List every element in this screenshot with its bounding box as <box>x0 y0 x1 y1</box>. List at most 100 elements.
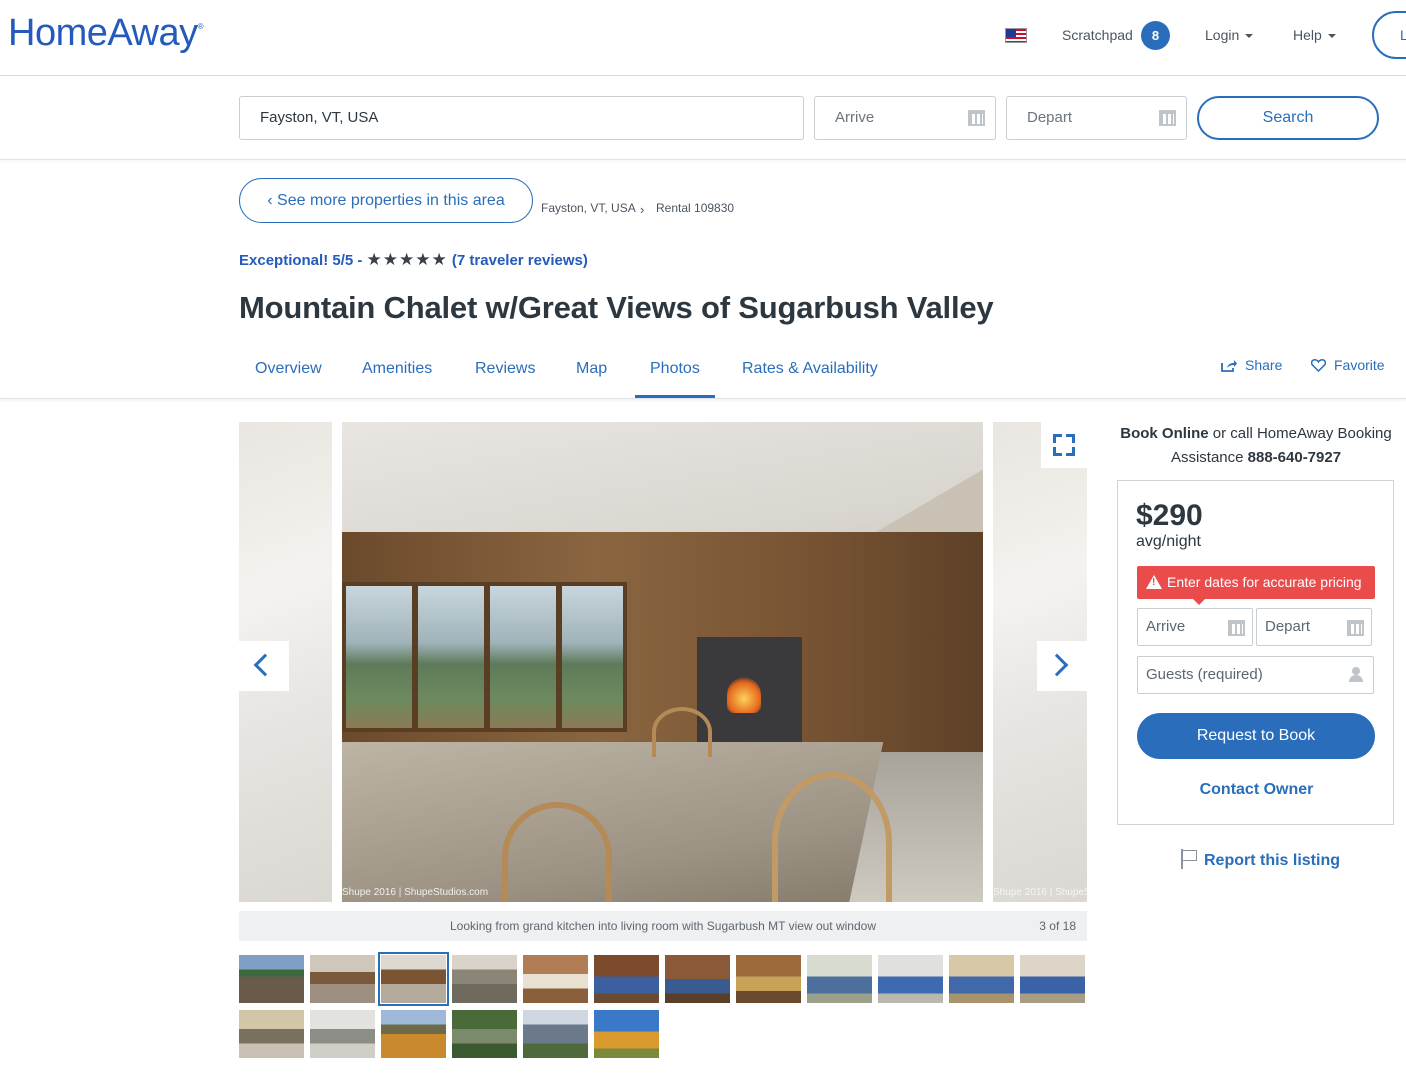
rating-label: Exceptional! 5/5 - <box>239 252 363 269</box>
login-label: Login <box>1205 27 1240 43</box>
rating-summary: Exceptional! 5/5 - ★★★★★ (7 traveler rev… <box>239 250 588 270</box>
see-more-label: See more properties in this area <box>277 192 505 209</box>
calendar-icon <box>1159 110 1176 126</box>
thumbnail-14[interactable] <box>310 1010 375 1058</box>
top-navigation: HomeAway® Scratchpad 8 Login Help L <box>0 0 1406 76</box>
chevron-down-icon <box>1327 34 1336 39</box>
us-flag-icon[interactable] <box>1005 28 1027 43</box>
thumbnail-7[interactable] <box>665 955 730 1003</box>
search-bar: Fayston, VT, USA Arrive Depart Search <box>0 76 1406 160</box>
booking-assistance-info: Book Online or call HomeAway Booking Ass… <box>1115 422 1397 470</box>
expand-icon <box>1066 434 1075 443</box>
book-online-label: Book Online <box>1120 425 1209 442</box>
person-icon <box>1349 667 1363 682</box>
share-label: Share <box>1245 357 1283 373</box>
thumbnail-5[interactable] <box>523 955 588 1003</box>
chevron-right-icon <box>1045 653 1069 677</box>
arrive-placeholder: Arrive <box>835 109 875 126</box>
share-icon <box>1221 360 1237 372</box>
logo-registered-mark: ® <box>197 22 204 31</box>
request-to-book-button[interactable]: Request to Book <box>1137 713 1375 759</box>
breadcrumb-location[interactable]: Fayston, VT, USA <box>541 201 636 215</box>
booking-depart-placeholder: Depart <box>1265 618 1311 635</box>
star-rating-icon: ★★★★★ <box>366 250 448 269</box>
logo-text: HomeAway <box>8 12 198 54</box>
expand-icon <box>1053 434 1062 443</box>
previous-photo-button[interactable] <box>239 641 289 691</box>
listing-title: Mountain Chalet w/Great Views of Sugarbu… <box>239 290 994 325</box>
thumbnail-11[interactable] <box>949 955 1014 1003</box>
contact-owner-link[interactable]: Contact Owner <box>1118 781 1395 799</box>
thumbnail-17[interactable] <box>523 1010 588 1058</box>
scratchpad-link[interactable]: Scratchpad <box>1062 27 1133 43</box>
expand-icon <box>1053 447 1062 456</box>
chevron-left-icon <box>253 653 277 677</box>
thumbnail-6[interactable] <box>594 955 659 1003</box>
flag-icon <box>1180 849 1198 869</box>
location-input[interactable]: Fayston, VT, USA <box>239 96 804 140</box>
chevron-left-icon: ‹ <box>267 192 278 209</box>
thumbnail-12[interactable] <box>1020 955 1085 1003</box>
next-photo-button[interactable] <box>1037 641 1087 691</box>
arrive-date-input[interactable]: Arrive <box>814 96 996 140</box>
thumbnail-3[interactable] <box>378 952 449 1006</box>
nightly-price: $290 <box>1136 499 1203 532</box>
photo-counter: 3 of 18 <box>1039 919 1076 933</box>
guests-input[interactable]: Guests (required) <box>1137 656 1374 694</box>
list-your-property-button[interactable]: L <box>1372 11 1406 59</box>
tab-map[interactable]: Map <box>576 360 607 378</box>
thumbnail-8[interactable] <box>736 955 801 1003</box>
calendar-icon <box>968 110 985 126</box>
share-button[interactable]: Share <box>1221 357 1282 373</box>
login-menu[interactable]: Login <box>1205 27 1254 43</box>
tab-reviews[interactable]: Reviews <box>475 360 535 378</box>
warning-icon <box>1146 575 1162 589</box>
tab-amenities[interactable]: Amenities <box>362 360 432 378</box>
thumbnail-1[interactable] <box>239 955 304 1003</box>
depart-date-input[interactable]: Depart <box>1006 96 1187 140</box>
pricing-warning-text: Enter dates for accurate pricing <box>1167 574 1362 590</box>
booking-phone[interactable]: 888-640-7927 <box>1248 449 1341 466</box>
tab-overview[interactable]: Overview <box>255 360 322 378</box>
booking-arrive-input[interactable]: Arrive <box>1137 608 1253 646</box>
thumbnail-16[interactable] <box>452 1010 517 1058</box>
favorite-label: Favorite <box>1334 357 1385 373</box>
see-more-properties-button[interactable]: ‹ See more properties in this area <box>239 178 533 223</box>
expand-icon <box>1066 447 1075 456</box>
thumbnail-18[interactable] <box>594 1010 659 1058</box>
favorite-button[interactable]: Favorite <box>1310 357 1385 373</box>
report-listing-label: Report this listing <box>1204 852 1340 869</box>
thumbnail-15[interactable] <box>381 1010 446 1058</box>
calendar-icon <box>1228 620 1245 636</box>
thumbnail-9[interactable] <box>807 955 872 1003</box>
depart-placeholder: Depart <box>1027 109 1073 126</box>
help-menu[interactable]: Help <box>1293 27 1336 43</box>
help-label: Help <box>1293 27 1322 43</box>
tab-rates-availability[interactable]: Rates & Availability <box>742 360 878 378</box>
active-tab-indicator <box>635 395 715 398</box>
main-photo[interactable]: Shupe 2016 | ShupeStudios.com <box>342 422 983 902</box>
thumbnail-2[interactable] <box>310 955 375 1003</box>
listing-tabs: Overview Amenities Reviews Map Photos Ra… <box>0 340 1406 399</box>
thumbnail-13[interactable] <box>239 1010 304 1058</box>
photo-gallery: Shupe 2016 | ShupeStudios.com Shupe 2016… <box>239 422 1087 902</box>
homeaway-logo[interactable]: HomeAway® <box>8 12 204 55</box>
photo-caption: Looking from grand kitchen into living r… <box>450 919 876 933</box>
breadcrumb-rental-id: Rental 109830 <box>656 201 735 215</box>
booking-widget: $290 avg/night Enter dates for accurate … <box>1117 480 1394 825</box>
search-button[interactable]: Search <box>1197 96 1379 140</box>
tab-photos[interactable]: Photos <box>650 360 700 378</box>
calendar-icon <box>1347 620 1364 636</box>
scratchpad-count-badge[interactable]: 8 <box>1141 21 1170 50</box>
booking-depart-input[interactable]: Depart <box>1256 608 1372 646</box>
heart-icon <box>1310 359 1327 373</box>
reviews-link[interactable]: (7 traveler reviews) <box>452 252 588 269</box>
pricing-warning: Enter dates for accurate pricing <box>1137 566 1375 605</box>
report-listing-link[interactable]: Report this listing <box>1180 849 1340 870</box>
thumbnail-4[interactable] <box>452 955 517 1003</box>
thumbnail-10[interactable] <box>878 955 943 1003</box>
chevron-down-icon <box>1245 34 1254 39</box>
photo-caption-bar: Looking from grand kitchen into living r… <box>239 911 1087 941</box>
guests-placeholder: Guests (required) <box>1146 666 1263 683</box>
fullscreen-button[interactable] <box>1041 422 1087 468</box>
